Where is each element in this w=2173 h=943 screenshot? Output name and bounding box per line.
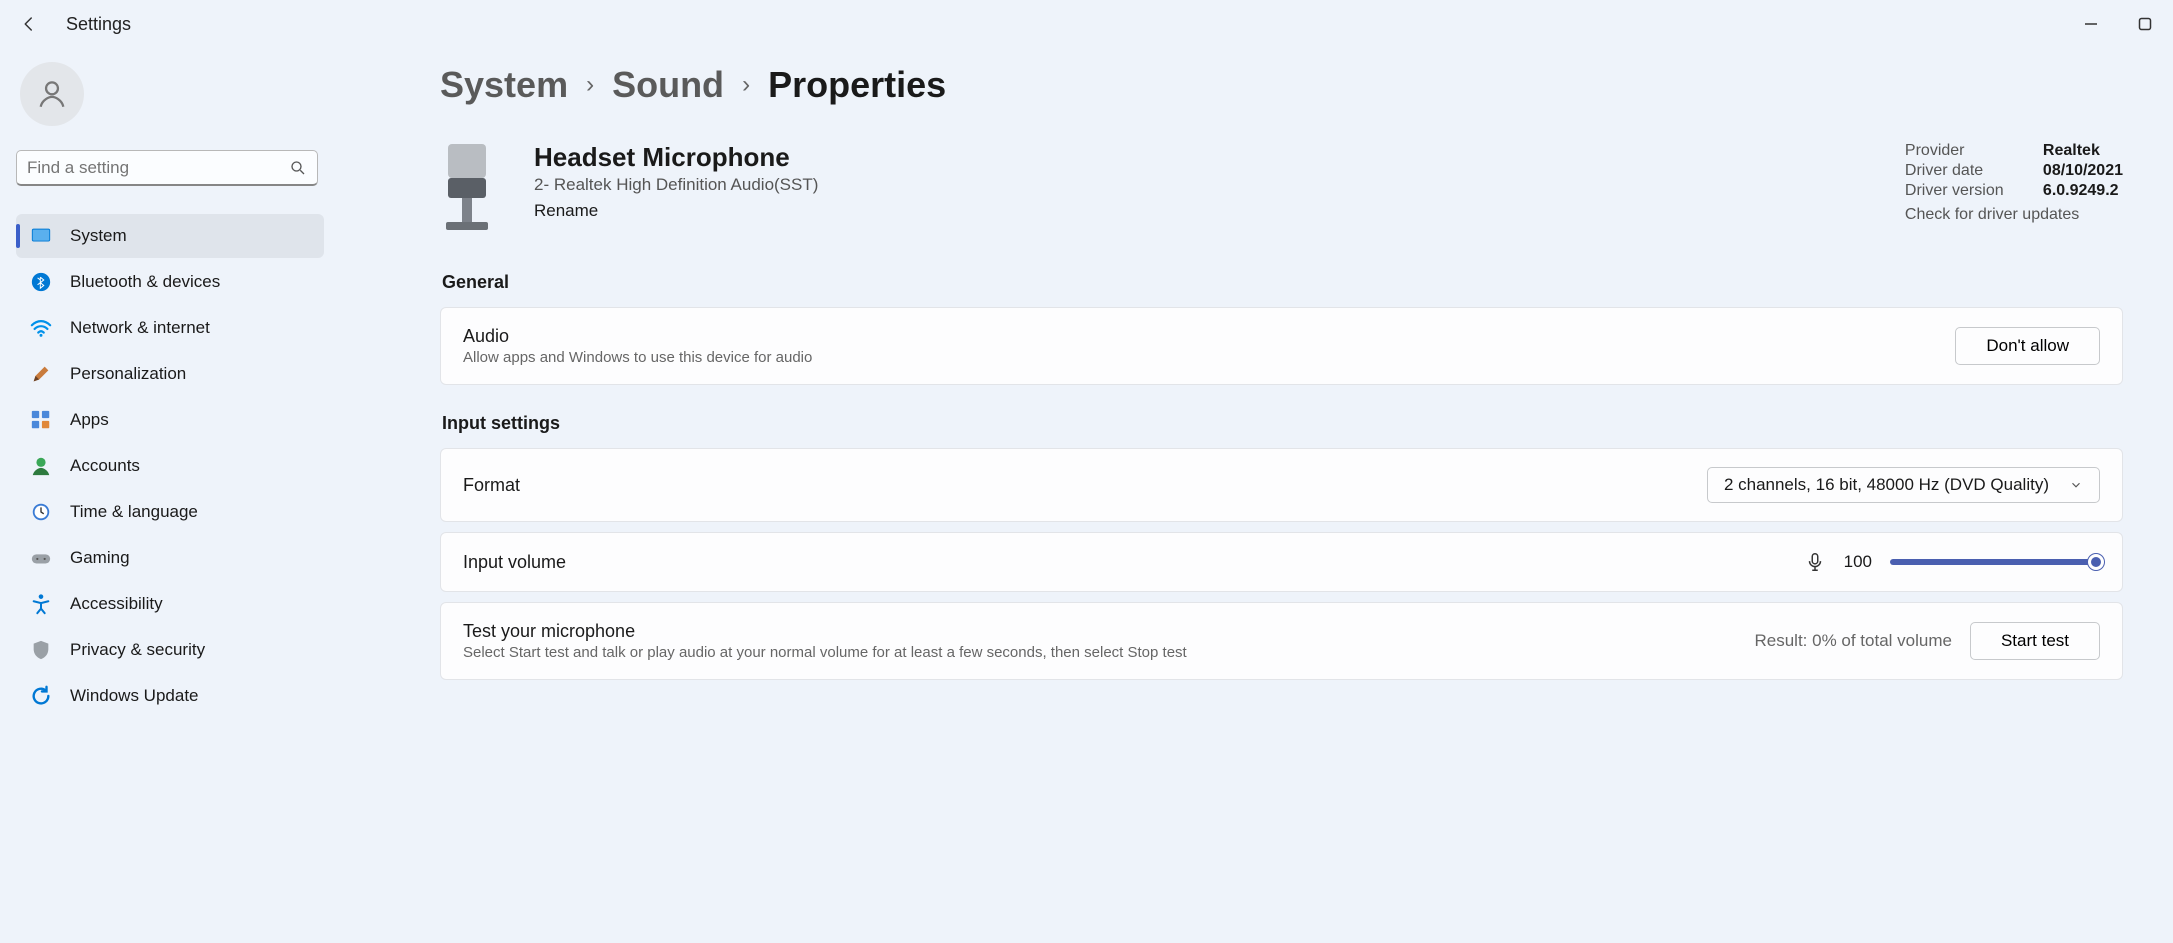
app-title: Settings xyxy=(66,14,131,35)
nav-time[interactable]: Time & language xyxy=(16,490,324,534)
nav-label: Windows Update xyxy=(70,686,199,706)
check-driver-updates-link[interactable]: Check for driver updates xyxy=(1905,206,2123,224)
section-input: Input settings xyxy=(442,413,2123,434)
driver-provider-label: Provider xyxy=(1905,142,2015,160)
nav-label: Apps xyxy=(70,410,109,430)
rename-button[interactable]: Rename xyxy=(534,201,598,221)
dont-allow-button[interactable]: Don't allow xyxy=(1955,327,2100,365)
update-icon xyxy=(30,685,52,707)
volume-value: 100 xyxy=(1844,552,1872,572)
nav-label: Gaming xyxy=(70,548,130,568)
section-general: General xyxy=(442,272,2123,293)
brush-icon xyxy=(30,363,52,385)
microphone-icon xyxy=(440,142,494,238)
titlebar: Settings xyxy=(0,0,2173,48)
chevron-right-icon: › xyxy=(742,71,750,99)
gamepad-icon xyxy=(30,547,52,569)
bluetooth-icon xyxy=(30,271,52,293)
nav-label: Bluetooth & devices xyxy=(70,272,220,292)
avatar[interactable] xyxy=(20,62,84,126)
nav-label: Accessibility xyxy=(70,594,163,614)
breadcrumb: System › Sound › Properties xyxy=(440,64,2123,106)
nav-label: Accounts xyxy=(70,456,140,476)
maximize-button[interactable] xyxy=(2137,16,2153,32)
volume-card: Input volume 100 xyxy=(440,532,2123,592)
clock-icon xyxy=(30,501,52,523)
driver-info: Provider Realtek Driver date 08/10/2021 Dr… xyxy=(1905,142,2123,224)
shield-icon xyxy=(30,639,52,661)
search-icon xyxy=(289,159,307,177)
crumb-properties: Properties xyxy=(768,64,946,106)
nav-accounts[interactable]: Accounts xyxy=(16,444,324,488)
format-value: 2 channels, 16 bit, 48000 Hz (DVD Qualit… xyxy=(1724,475,2049,495)
nav-apps[interactable]: Apps xyxy=(16,398,324,442)
display-icon xyxy=(30,225,52,247)
audio-sub: Allow apps and Windows to use this devic… xyxy=(463,349,812,366)
person-icon xyxy=(30,455,52,477)
chevron-right-icon: › xyxy=(586,71,594,99)
driver-version-label: Driver version xyxy=(1905,182,2015,200)
start-test-button[interactable]: Start test xyxy=(1970,622,2100,660)
volume-label: Input volume xyxy=(463,552,566,573)
nav-privacy[interactable]: Privacy & security xyxy=(16,628,324,672)
nav-personalization[interactable]: Personalization xyxy=(16,352,324,396)
nav-system[interactable]: System xyxy=(16,214,324,258)
test-mic-card: Test your microphone Select Start test a… xyxy=(440,602,2123,680)
sidebar: System Bluetooth & devices Network & int… xyxy=(0,48,340,943)
nav-label: System xyxy=(70,226,127,246)
format-label: Format xyxy=(463,475,520,496)
nav-gaming[interactable]: Gaming xyxy=(16,536,324,580)
nav-label: Time & language xyxy=(70,502,198,522)
format-dropdown[interactable]: 2 channels, 16 bit, 48000 Hz (DVD Qualit… xyxy=(1707,467,2100,503)
driver-provider: Realtek xyxy=(2043,142,2100,160)
nav-label: Network & internet xyxy=(70,318,210,338)
audio-card: Audio Allow apps and Windows to use this… xyxy=(440,307,2123,385)
nav-accessibility[interactable]: Accessibility xyxy=(16,582,324,626)
test-sub: Select Start test and talk or play audio… xyxy=(463,644,1187,661)
apps-icon xyxy=(30,409,52,431)
search-input[interactable] xyxy=(27,158,289,178)
chevron-down-icon xyxy=(2069,478,2083,492)
slider-thumb[interactable] xyxy=(2088,554,2104,570)
main-content: System › Sound › Properties Headset Micr… xyxy=(340,48,2173,943)
nav-network[interactable]: Network & internet xyxy=(16,306,324,350)
device-name: Headset Microphone xyxy=(534,142,1865,173)
nav-label: Personalization xyxy=(70,364,186,384)
driver-version: 6.0.9249.2 xyxy=(2043,182,2119,200)
wifi-icon xyxy=(30,317,52,339)
minimize-button[interactable] xyxy=(2083,16,2099,32)
back-button[interactable] xyxy=(20,15,38,33)
accessibility-icon xyxy=(30,593,52,615)
driver-date: 08/10/2021 xyxy=(2043,162,2123,180)
nav-label: Privacy & security xyxy=(70,640,205,660)
nav-update[interactable]: Windows Update xyxy=(16,674,324,718)
crumb-sound[interactable]: Sound xyxy=(612,64,724,106)
driver-date-label: Driver date xyxy=(1905,162,2015,180)
search-box[interactable] xyxy=(16,150,318,186)
nav-bluetooth[interactable]: Bluetooth & devices xyxy=(16,260,324,304)
device-sub: 2- Realtek High Definition Audio(SST) xyxy=(534,175,1865,195)
test-result: Result: 0% of total volume xyxy=(1754,631,1951,651)
test-title: Test your microphone xyxy=(463,621,1187,642)
volume-slider[interactable] xyxy=(1890,559,2100,565)
audio-title: Audio xyxy=(463,326,812,347)
mic-small-icon xyxy=(1804,551,1826,573)
crumb-system[interactable]: System xyxy=(440,64,568,106)
format-card: Format 2 channels, 16 bit, 48000 Hz (DVD… xyxy=(440,448,2123,522)
